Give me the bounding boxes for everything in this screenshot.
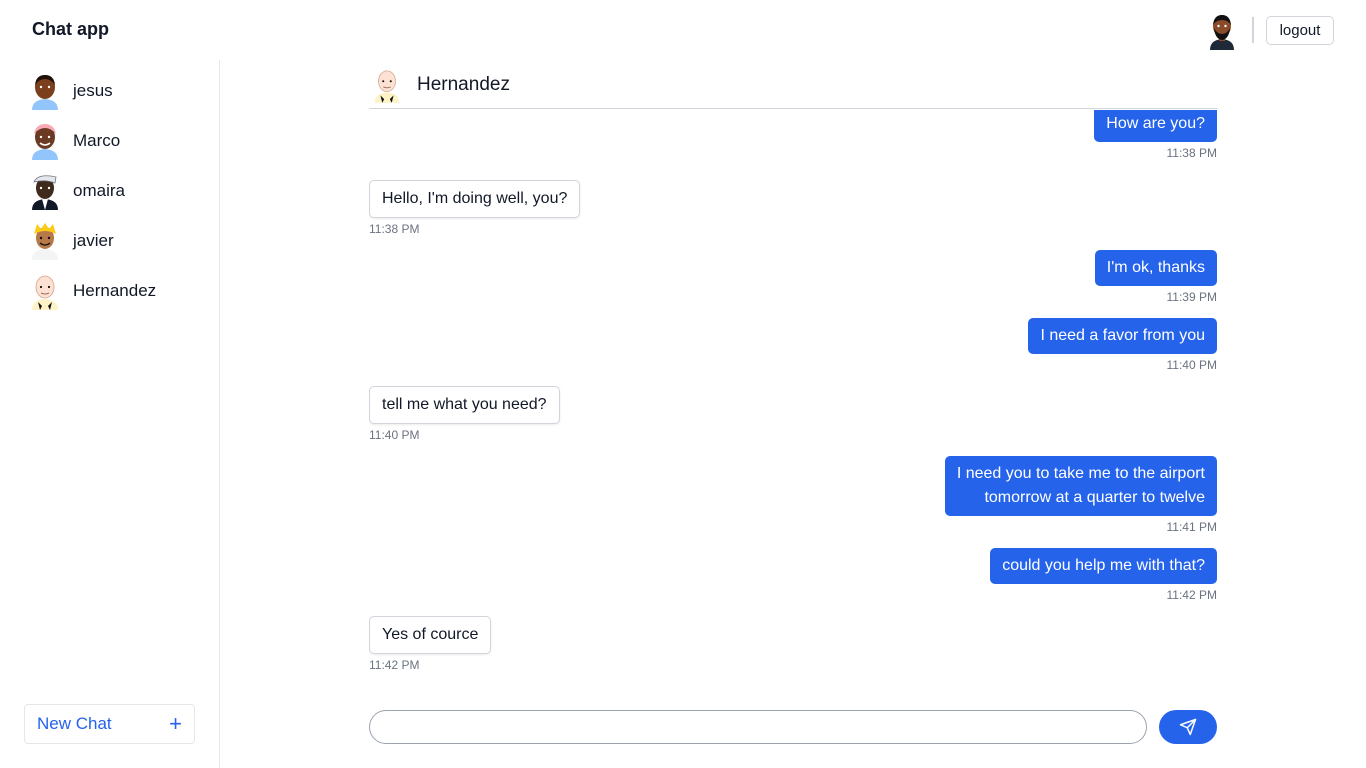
message-bubble: I'm ok, thanks (1094, 250, 1217, 286)
message-time: 11:40 PM (1166, 358, 1217, 372)
header-divider (1252, 17, 1254, 43)
message-time: 11:38 PM (369, 222, 420, 236)
contact-avatar-icon (374, 70, 400, 103)
new-chat-button[interactable]: New Chat + (24, 704, 195, 744)
contact-name: Marco (73, 131, 121, 150)
message-time: 11:40 PM (369, 428, 420, 442)
send-button[interactable] (1159, 710, 1217, 744)
new-chat-label: New Chat (37, 714, 112, 733)
message-bubble: How are you? (1094, 110, 1217, 142)
message-sent: I need you to take me to the airport tom… (944, 456, 1217, 534)
contact-name: jesus (73, 81, 113, 100)
contact-avatar-icon (32, 124, 58, 160)
contact-avatar-icon (32, 75, 58, 110)
message-bubble: Yes of cource (369, 616, 492, 654)
sidebar-contact-hernandez[interactable]: Hernandez (24, 269, 204, 313)
sidebar-contact-javier[interactable]: javier (24, 219, 204, 263)
message-bubble: I need you to take me to the airport tom… (944, 456, 1217, 516)
contact-name: omaira (73, 181, 125, 200)
sidebar: jesus Marco omaira javier Hernandez New … (0, 60, 220, 768)
sidebar-contact-jesus[interactable]: jesus (24, 69, 204, 113)
contact-name: Hernandez (73, 281, 157, 300)
chat-contact-name: Hernandez (417, 74, 510, 95)
message-sent: I'm ok, thanks 11:39 PM (1094, 250, 1217, 304)
contact-avatar-icon (32, 223, 58, 260)
message-sent: How are you? 11:38 PM (1094, 110, 1217, 160)
message-time: 11:38 PM (1166, 146, 1217, 160)
chat-header: Hernandez (369, 60, 1217, 109)
top-bar: Chat app logout (0, 0, 1366, 60)
user-avatar-icon[interactable] (1206, 12, 1238, 50)
contact-avatar-icon (32, 175, 58, 210)
contact-avatar-icon (32, 275, 58, 310)
plus-icon: + (169, 711, 182, 736)
message-list[interactable]: How are you? 11:38 PM Hello, I'm doing w… (369, 110, 1217, 680)
message-bubble: Hello, I'm doing well, you? (369, 180, 581, 218)
message-sent: I need a favor from you 11:40 PM (1028, 318, 1217, 372)
message-time: 11:42 PM (1166, 588, 1217, 602)
message-received: tell me what you need? 11:40 PM (369, 386, 560, 442)
message-received: Hello, I'm doing well, you? 11:38 PM (369, 180, 581, 236)
logout-button[interactable]: logout (1266, 16, 1334, 45)
paper-plane-icon (1179, 718, 1197, 736)
message-sent: could you help me with that? 11:42 PM (990, 548, 1217, 602)
message-input[interactable] (369, 710, 1147, 744)
sidebar-contact-marco[interactable]: Marco (24, 119, 204, 163)
message-bubble: tell me what you need? (369, 386, 560, 424)
message-time: 11:39 PM (1166, 290, 1217, 304)
message-bubble: I need a favor from you (1028, 318, 1217, 354)
sidebar-contact-omaira[interactable]: omaira (24, 169, 204, 213)
app-title: Chat app (32, 19, 110, 39)
message-time: 11:41 PM (1166, 520, 1217, 534)
message-received: Yes of cource 11:42 PM (369, 616, 492, 672)
message-time: 11:42 PM (369, 658, 420, 672)
message-bubble: could you help me with that? (990, 548, 1217, 584)
contact-name: javier (73, 231, 114, 250)
